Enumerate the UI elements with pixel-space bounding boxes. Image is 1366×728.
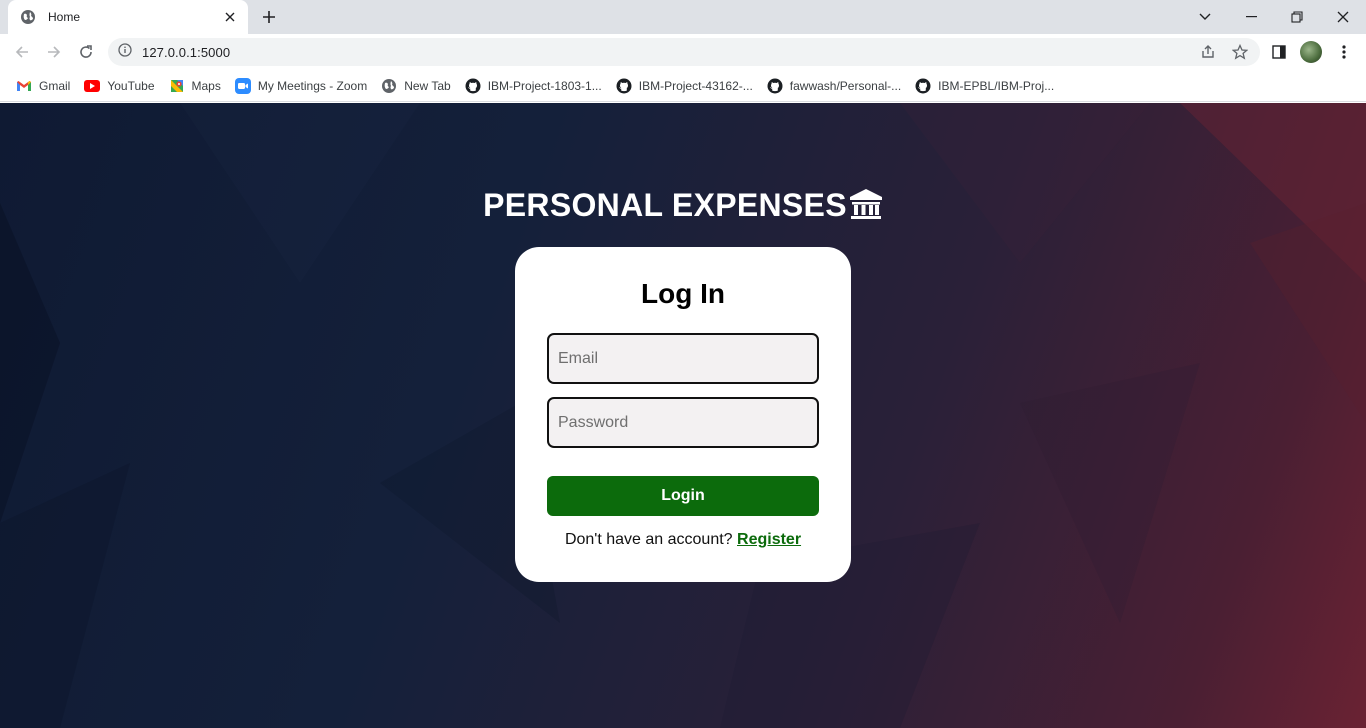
browser-tab[interactable]: Home	[8, 0, 248, 34]
bookmark-label: Maps	[191, 78, 221, 93]
bookmark-star-icon[interactable]	[1228, 40, 1252, 64]
new-tab-button[interactable]	[258, 6, 280, 28]
reload-icon[interactable]	[72, 38, 100, 66]
bookmark-label: IBM-Project-1803-1...	[487, 78, 602, 93]
bookmark-label: fawwash/Personal-...	[789, 78, 902, 93]
share-icon[interactable]	[1196, 40, 1220, 64]
close-tab-icon[interactable]	[222, 9, 238, 25]
url-text: 127.0.0.1:5000	[142, 44, 231, 60]
bookmark-label: YouTube	[107, 78, 155, 93]
tab-search-icon[interactable]	[1182, 0, 1228, 34]
gmail-icon	[16, 78, 32, 94]
register-link[interactable]: Register	[737, 531, 801, 548]
zoom-icon	[234, 77, 251, 94]
bookmark-youtube[interactable]: YouTube	[80, 73, 162, 99]
login-button[interactable]: Login	[547, 476, 819, 516]
email-input[interactable]	[547, 333, 819, 384]
register-prompt: Don't have an account?	[564, 531, 733, 548]
tab-title: Home	[48, 10, 81, 24]
restore-icon[interactable]	[1274, 0, 1320, 34]
page-background: PERSONAL EXPENSES Log In Login Don't hav…	[0, 103, 1366, 728]
close-window-icon[interactable]	[1320, 0, 1366, 34]
side-panel-icon[interactable]	[1267, 40, 1291, 64]
bookmark-gmail[interactable]: Gmail	[12, 73, 78, 99]
bookmark-label: IBM-EPBL/IBM-Proj...	[938, 78, 1055, 93]
github-icon	[616, 78, 632, 94]
forward-icon[interactable]	[40, 38, 68, 66]
bookmark-zoom[interactable]: My Meetings - Zoom	[231, 73, 375, 99]
address-bar[interactable]: 127.0.0.1:5000	[108, 38, 1260, 66]
bookmark-maps[interactable]: Maps	[165, 73, 229, 99]
login-card: Log In Login Don't have an account? Regi…	[515, 247, 851, 582]
bookmark-label: IBM-Project-43162-...	[638, 78, 753, 93]
github-icon	[465, 78, 481, 94]
bookmark-github-1[interactable]: IBM-Project-1803-1...	[461, 73, 610, 99]
github-icon	[767, 78, 783, 94]
bookmark-github-3[interactable]: fawwash/Personal-...	[763, 73, 909, 99]
profile-avatar[interactable]	[1300, 41, 1322, 63]
bookmark-github-4[interactable]: IBM-EPBL/IBM-Proj...	[911, 73, 1062, 99]
page-title-text: PERSONAL EXPENSES	[483, 187, 847, 223]
tab-strip: Home	[0, 0, 1366, 34]
page-title: PERSONAL EXPENSES	[0, 187, 1366, 228]
register-row: Don't have an account? Register	[515, 531, 851, 549]
bookmark-github-2[interactable]: IBM-Project-43162-...	[612, 73, 761, 99]
menu-kebab-icon[interactable]	[1332, 40, 1356, 64]
globe-icon	[20, 9, 36, 25]
site-info-icon[interactable]	[118, 42, 132, 62]
github-icon	[915, 78, 931, 94]
youtube-icon	[84, 78, 101, 94]
maps-icon	[169, 78, 185, 94]
login-title: Log In	[641, 278, 725, 309]
bookmarks-bar: Gmail YouTube Maps My Meetings - Zoom Ne…	[0, 70, 1366, 102]
back-icon[interactable]	[8, 38, 36, 66]
bank-icon	[849, 188, 883, 228]
password-input[interactable]	[547, 397, 819, 448]
bookmark-label: My Meetings - Zoom	[257, 78, 368, 93]
bookmark-new-tab[interactable]: New Tab	[377, 73, 458, 99]
browser-toolbar: 127.0.0.1:5000	[0, 34, 1366, 70]
minimize-icon[interactable]	[1228, 0, 1274, 34]
bookmark-label: Gmail	[39, 78, 71, 93]
globe-icon	[381, 78, 397, 94]
bookmark-label: New Tab	[404, 78, 451, 93]
